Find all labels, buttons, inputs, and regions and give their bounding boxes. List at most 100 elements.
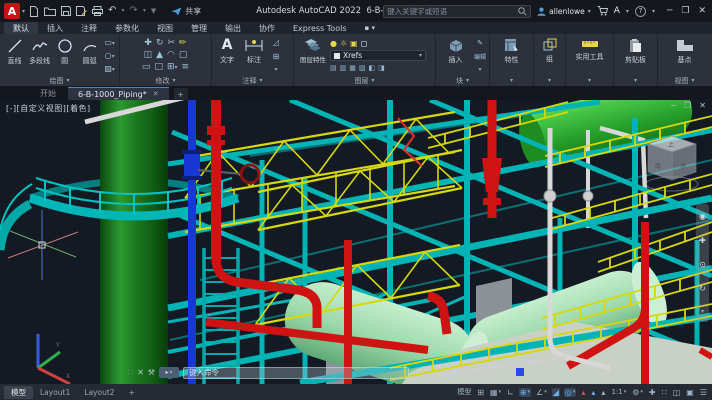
properties-tool[interactable]: 特性 [492,36,531,75]
signed-in-user[interactable]: allenlowe ▾ [537,7,591,16]
array-tool-icon[interactable]: ⊞▾ [167,62,178,73]
layout-tab-layout2[interactable]: Layout2 [77,387,121,398]
minimize-button[interactable]: ─ [667,6,672,16]
isodraft-toggle[interactable]: ◢ [552,388,560,397]
layer-thaw-icon[interactable]: ☼ [340,39,347,48]
grid-toggle[interactable]: ⊞ [476,388,485,397]
utilities-panel-title[interactable]: ▾ [566,75,613,86]
block-panel-title[interactable]: 块▾ [436,75,489,86]
annotation-autoscale-toggle[interactable]: ▴ [590,388,596,397]
cart-icon[interactable] [597,6,608,16]
share-button[interactable]: 共享 [171,6,201,17]
layer-color-chip[interactable]: ◻ [361,39,368,48]
logo-dropdown-icon[interactable]: ▾ [22,8,25,15]
viewport-controls-label[interactable]: [-][自定义视图][着色] [6,103,91,114]
tab-insert[interactable]: 插入 [38,22,72,34]
polyline-tool[interactable]: 多段线 [27,36,52,75]
clean-screen-toggle[interactable]: ▣ [685,388,695,397]
drawing-canvas[interactable]: Y X 上 南 东 [-][自定义视图][着色] ─ ❒ ✕ ◉ ✚ ⊙ [0,100,712,384]
offset-tool-icon[interactable]: ≡ [182,62,190,73]
help-dropdown-icon[interactable]: ▾ [652,8,655,15]
command-grip-icon[interactable]: ∷ [128,368,133,377]
layer-dropdown[interactable]: Xrefs ▾ [330,50,426,61]
a-dropdown-icon[interactable]: ▾ [626,8,629,15]
clipboard-panel-title[interactable]: ▾ [614,75,657,86]
measure-tool[interactable]: 实用工具 [568,36,611,75]
ellipse-tool-icon[interactable]: ○▾ [105,51,115,60]
rotate-tool-icon[interactable]: ↻ [156,38,164,49]
arc-tool[interactable]: 圆弧 [77,36,102,75]
tab-annotate[interactable]: 注释 [72,22,106,34]
redo-icon[interactable]: ↷ [129,6,137,16]
pan-icon[interactable]: ✚ [699,236,706,245]
hatch-tool-icon[interactable]: ▨▾ [104,64,115,73]
doc-minimize-button[interactable]: ─ [671,101,676,110]
orbit-icon[interactable]: ↻ [699,284,706,293]
file-tab-start[interactable]: 开始 [30,87,66,100]
osnap-toggle[interactable]: ◎▾ [564,388,577,397]
line-tool[interactable]: 直线 [2,36,27,75]
draw-panel-title[interactable]: 绘图▾ [0,75,119,86]
redo-dropdown-icon[interactable]: ▾ [143,6,146,16]
file-tab-drawing[interactable]: 6-B-1000_Piping* ✕ [68,87,169,100]
text-tool[interactable]: A 文字 [214,36,240,75]
polar-tracking-toggle[interactable]: ∠▾ [535,388,548,397]
help-icon[interactable]: ? [635,6,646,17]
doc-close-button[interactable]: ✕ [699,101,706,110]
table-tool-icon[interactable]: ⊞ [273,52,280,61]
tab-parametric[interactable]: 参数化 [106,22,148,34]
dimension-tool[interactable]: 标注 [240,36,268,75]
qat-customize-icon[interactable]: ▼ [151,6,156,16]
search-input[interactable]: 键入关键字或短语 [383,5,531,18]
annotation-monitor-toggle[interactable]: ✚ [648,388,657,397]
snap-toggle[interactable]: ▦▾ [489,388,502,397]
layer-tool-icon[interactable]: ◨ [378,64,385,72]
mirror-tool-icon[interactable]: ▲ [156,50,163,61]
search-icon[interactable] [518,7,527,16]
stretch-tool-icon[interactable]: ▭ [142,62,151,73]
insert-block-tool[interactable]: 插入 [438,36,473,75]
layer-tool-icon[interactable]: ▤ [330,64,337,72]
undo-dropdown-icon[interactable]: ▾ [121,6,124,16]
layer-tool-icon[interactable]: ◧ [369,64,376,72]
layer-tool-icon[interactable]: ▦ [349,64,356,72]
leader-tool-icon[interactable]: ◿ [273,38,279,47]
rectangle-tool-icon[interactable]: ▭▾ [104,38,115,47]
tab-collaborate[interactable]: 协作 [250,22,284,34]
tab-express-tools[interactable]: Express Tools [284,22,356,34]
tab-home[interactable]: 默认 [4,22,38,34]
annotation-visibility-toggle[interactable]: ▴ [580,388,586,397]
save-as-icon[interactable] [76,6,87,16]
scale-tool-icon[interactable]: □ [154,62,163,73]
tab-manage[interactable]: 管理 [182,22,216,34]
annotation-panel-title[interactable]: 注释▾ [212,75,293,86]
doc-restore-button[interactable]: ❒ [684,101,691,110]
close-button[interactable]: ✕ [698,6,706,16]
plot-icon[interactable] [92,6,103,16]
explode-tool-icon[interactable]: ▢ [179,50,188,61]
copy-tool-icon[interactable]: ◫ [144,50,153,61]
tab-overflow-icon[interactable]: ▪ ▾ [356,22,384,34]
autodesk-a-icon[interactable]: A [614,6,620,16]
maximize-button[interactable]: ❒ [681,6,689,16]
annotation-scale-button[interactable]: 1:1▾ [610,388,627,396]
isolate-objects-button[interactable]: ◫ [672,388,682,397]
modify-panel-title[interactable]: 修改▾ [120,75,211,86]
move-tool-icon[interactable]: ✚ [144,38,152,49]
user-dropdown-icon[interactable]: ▾ [588,8,591,15]
layers-panel-title[interactable]: 图层▾ [294,75,435,86]
groups-panel-title[interactable]: ▾ [534,75,565,86]
tab-output[interactable]: 输出 [216,22,250,34]
undo-icon[interactable]: ↶ [108,6,116,16]
units-button[interactable]: ∷ [661,388,668,397]
zoom-icon[interactable]: ⊙ [699,260,706,269]
recent-commands-button[interactable]: ▸▾ [159,367,179,378]
steering-wheel-icon[interactable]: ◉ [699,212,706,221]
layout-tab-model[interactable]: 模型 [4,386,33,399]
annotation-people-icon[interactable]: ▴ [600,388,606,397]
trim-tool-icon[interactable]: ✂ [168,38,176,49]
layer-tool-icon[interactable]: ▧ [359,64,366,72]
open-file-icon[interactable] [44,6,56,16]
view-panel-title[interactable]: 视图▾ [658,75,711,86]
navbar-more-icon[interactable]: ▾ [701,308,704,315]
